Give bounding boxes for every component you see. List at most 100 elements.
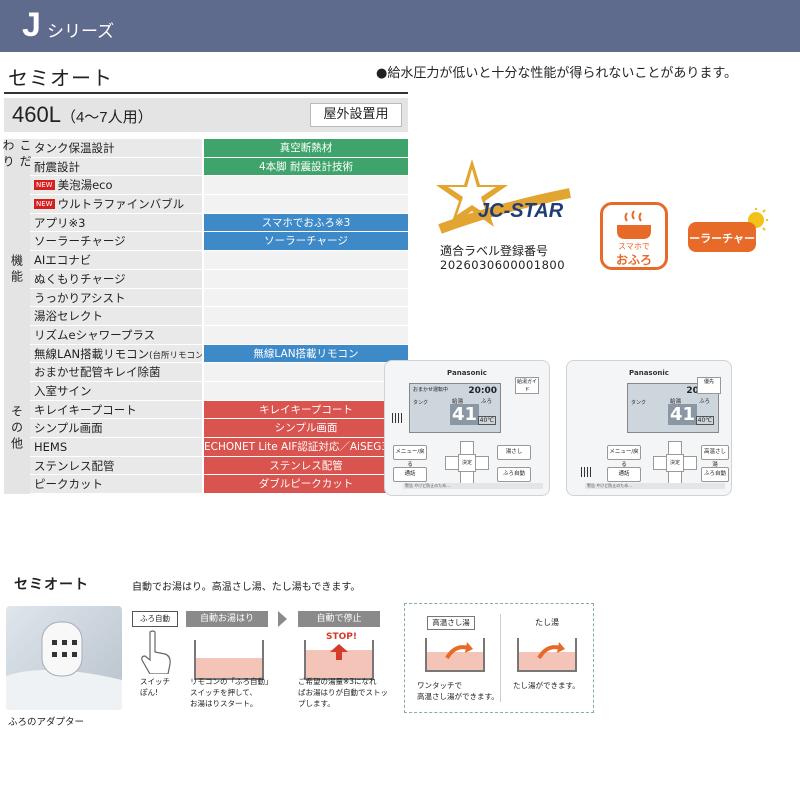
spec-label: NEW 美泡湯eco <box>30 176 202 195</box>
spec-row: ぬくもりチャージ <box>30 269 408 289</box>
spec-row: リズムeシャワープラス <box>30 325 408 345</box>
spec-label: うっかりアシスト <box>30 288 202 307</box>
direction-pad[interactable]: 決定 <box>445 441 489 485</box>
supply-guide-button[interactable]: 給湯ガイド <box>515 377 539 394</box>
remote-bathroom: Panasonic 20:00 タンク 給湯 ふろ 41 40℃ 優先 メニュー… <box>566 360 732 496</box>
semi-auto-description: 自動でお湯はり。高温さし湯、たし湯もできます。 <box>132 582 361 593</box>
spec-row: ソーラーチャージ ソーラーチャージ <box>30 232 408 252</box>
capacity-bar: 460L（4〜7人用） 屋外設置用 <box>4 98 408 132</box>
svg-text:ソーラーチャージ: ソーラーチャージ <box>686 232 766 245</box>
spec-category: こだわり <box>1 139 32 177</box>
jcstar-logo: JC-STAR <box>420 155 580 243</box>
auto-bath-button[interactable]: ふろ自動 <box>701 467 729 482</box>
spec-label: 無線LAN搭載リモコン(台所リモコン) <box>30 344 202 363</box>
new-badge: NEW <box>34 180 55 191</box>
call-button[interactable]: 通話 <box>607 467 641 482</box>
spec-value <box>204 176 408 195</box>
spec-label: HEMS <box>30 438 202 456</box>
warning-strip: 警告 やけど防止のため… <box>403 483 543 489</box>
spec-row: NEW 美泡湯eco <box>30 176 408 196</box>
spec-row: AIエコナビ <box>30 251 408 270</box>
menu-button[interactable]: メニュー/戻る <box>607 445 641 468</box>
spec-label: NEW ウルトラファインバブル <box>30 195 202 213</box>
series-label: シリーズ <box>47 22 115 42</box>
spec-value <box>204 307 408 325</box>
smartphone-bath-big: おふろ <box>615 253 652 267</box>
registration-number: 2026030600001800 <box>440 258 566 272</box>
auto-stop-caption: ご希望の湯量※3になれ ばお湯はりが自動でストッ プします。 <box>298 677 388 708</box>
spec-row: キレイキープコート キレイキープコート <box>30 400 408 420</box>
spec-label: 耐震設計 <box>30 157 202 176</box>
spec-label: ピークカット <box>30 475 202 494</box>
spec-row: 無線LAN搭載リモコン(台所リモコン) 無線LAN搭載リモコン <box>30 344 408 364</box>
spec-label: キレイキープコート <box>30 400 202 419</box>
spec-row: 入室サイン <box>30 381 408 401</box>
svg-text:JC-STAR: JC-STAR <box>478 200 564 222</box>
hot-add-caption: ワンタッチで 高温さし湯ができます。 <box>417 681 499 701</box>
step-auto-stop: 自動で停止 <box>298 611 380 627</box>
spec-row: タンク保温設計 真空断熱材 <box>30 139 408 158</box>
ok-button[interactable]: 決定 <box>458 454 476 472</box>
priority-button[interactable]: 優先 <box>697 377 721 394</box>
spec-label: おまかせ配管キレイ除菌 <box>30 363 202 381</box>
spec-value: キレイキープコート <box>204 400 408 419</box>
speaker-grill <box>581 467 593 477</box>
spec-group: こだわり タンク保温設計 真空断熱材 耐震設計 4本脚 耐震設計技術 <box>1 139 408 177</box>
spec-value: 4本脚 耐震設計技術 <box>204 157 408 176</box>
capacity-label: 460L（4〜7人用） <box>12 102 153 127</box>
registration-label: 適合ラベル登録番号 <box>440 244 549 258</box>
tub-filling <box>194 640 264 680</box>
up-arrow-icon <box>330 644 348 660</box>
hot-add-button[interactable]: 高温さし湯 <box>701 445 729 468</box>
pressure-note: ●給水圧力が低いと十分な性能が得られないことがあります。 <box>376 66 738 81</box>
curve-arrow-icon <box>537 642 565 660</box>
reheat-button[interactable]: 湯さし <box>497 445 531 460</box>
curve-arrow-icon <box>445 642 473 660</box>
remote-kitchen: Panasonic おまかせ運転中 20:00 タンク 給湯 ふろ 41 40℃… <box>384 360 550 496</box>
add-water-caption: たし湯ができます。 <box>513 681 580 690</box>
spec-label: リズムeシャワープラス <box>30 325 202 344</box>
speaker-grill <box>392 413 404 423</box>
spec-value: スマホでおふろ※3 <box>204 213 408 232</box>
spec-value <box>204 363 408 381</box>
spec-label: タンク保温設計 <box>30 139 202 157</box>
box-divider <box>500 614 501 702</box>
spec-label: アプリ※3 <box>30 213 202 232</box>
mode-title: セミオート <box>8 66 113 90</box>
menu-button[interactable]: メニュー/戻る <box>393 445 427 468</box>
new-badge: NEW <box>34 199 55 210</box>
spec-table: こだわり タンク保温設計 真空断熱材 耐震設計 4本脚 耐震設計技術 機能 NEW 美泡湯ec… <box>1 139 408 495</box>
direction-pad[interactable]: 決定 <box>653 441 697 485</box>
spec-value <box>204 325 408 344</box>
spec-label: 湯浴セレクト <box>30 307 202 325</box>
remote-brand: Panasonic <box>447 369 487 377</box>
step-arrow <box>278 611 287 627</box>
spec-row: ステンレス配管 ステンレス配管 <box>30 456 408 476</box>
warning-strip: 警告 やけど防止のため… <box>585 483 725 489</box>
add-water-tag: たし湯 <box>535 618 559 627</box>
auto-bath-button[interactable]: ふろ自動 <box>497 467 531 482</box>
series-letter: J <box>22 6 41 44</box>
spec-row: シンプル画面 シンプル画面 <box>30 419 408 438</box>
step-auto-fill: 自動お湯はり <box>186 611 268 627</box>
spec-row: 耐震設計 4本脚 耐震設計技術 <box>30 157 408 177</box>
press-caption: スイッチ ぽん! <box>140 677 170 697</box>
ok-button[interactable]: 決定 <box>666 454 684 472</box>
bath-adapter-photo <box>6 606 122 710</box>
spec-value: ソーラーチャージ <box>204 232 408 251</box>
spec-row: NEW ウルトラファインバブル <box>30 195 408 214</box>
spec-group: 機能 NEW 美泡湯eco NEW ウルトラファインバブル アプリ※3 スマホでおふろ※3 ソ… <box>4 176 408 364</box>
spec-label: ソーラーチャージ <box>30 232 202 251</box>
remote-brand: Panasonic <box>629 369 669 377</box>
spec-value: シンプル画面 <box>204 419 408 437</box>
spec-group: その他 おまかせ配管キレイ除菌 入室サイン キレイキープコート キレイキープコート シンプ… <box>4 363 408 495</box>
call-button[interactable]: 通話 <box>393 467 427 482</box>
spec-row: うっかりアシスト <box>30 288 408 308</box>
spec-value: ダブルピークカット <box>204 475 408 494</box>
spec-row: ピークカット ダブルピークカット <box>30 475 408 495</box>
spec-value <box>204 269 408 288</box>
auto-fill-caption: リモコンの「ふろ自動」 スイッチを押して、 お湯はりスタート。 <box>190 677 273 708</box>
spec-label: AIエコナビ <box>30 251 202 269</box>
spec-value: 真空断熱材 <box>204 139 408 157</box>
install-badge: 屋外設置用 <box>310 103 402 127</box>
